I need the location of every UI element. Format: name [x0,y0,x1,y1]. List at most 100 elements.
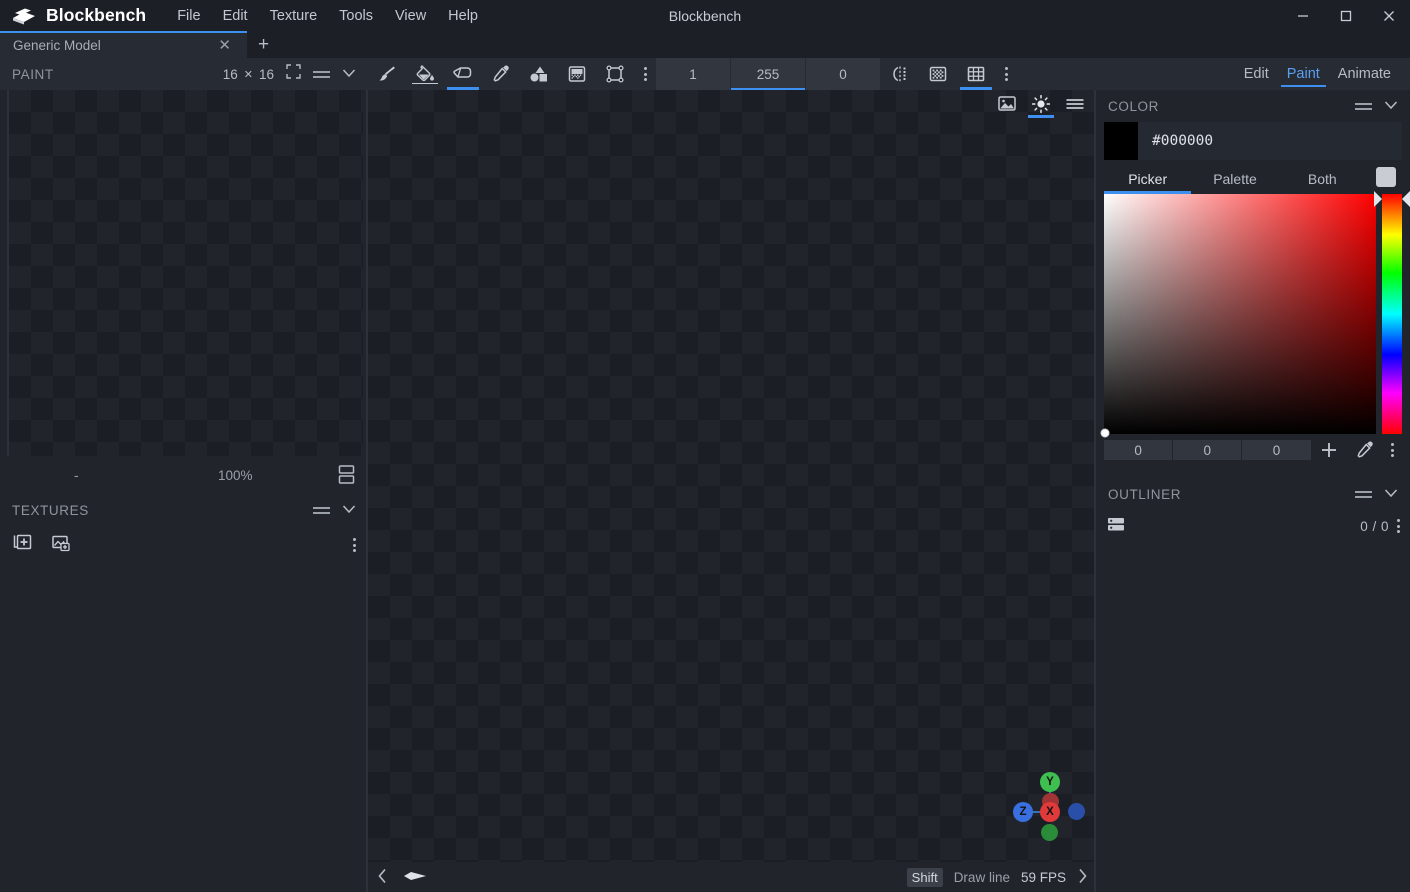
minimize-icon[interactable] [1281,0,1324,31]
outliner-more-options-icon[interactable] [1397,519,1400,533]
add-texture-icon[interactable] [12,532,34,559]
collapse-chevron-icon[interactable] [1384,485,1398,503]
gizmo-axis-z-negative[interactable] [1068,803,1085,820]
mirror-painting-toggle[interactable] [881,58,919,90]
brush-size-field[interactable]: 1 [656,58,730,90]
color-hex-input[interactable] [1138,122,1402,160]
outliner-panel-header: OUTLINER [1096,478,1410,510]
hamburger-icon[interactable] [1058,90,1092,118]
tab-both[interactable]: Both [1279,171,1366,194]
add-swatch-icon[interactable] [1312,440,1347,460]
chevron-right-icon[interactable] [1077,868,1088,887]
chevron-left-icon[interactable] [377,868,388,887]
outliner-action-bar: 0 / 0 [1096,510,1410,542]
brush-tool[interactable] [368,58,406,90]
gizmo-axis-x[interactable]: X [1040,802,1060,822]
resolution-separator: ✕ [243,68,253,81]
mode-switcher: Edit Paint Animate [1235,58,1400,90]
brush-softness-field[interactable]: 0 [806,58,880,90]
textures-panel-header: TEXTURES [0,494,368,526]
outliner-list[interactable] [1096,542,1410,842]
brush-cursor-icon [402,870,428,885]
collapse-chevron-icon[interactable] [342,65,356,83]
background-image-icon[interactable] [990,90,1024,118]
hue-slider[interactable] [1374,191,1410,434]
mode-edit[interactable]: Edit [1238,61,1275,87]
paint-tools: 1 255 0 [368,58,1017,90]
collapse-chevron-icon[interactable] [1384,97,1398,115]
sv-selector-handle[interactable] [1100,428,1110,438]
red-channel-value: 0 [1134,442,1142,458]
gizmo-axis-y-negative[interactable] [1041,824,1058,841]
outliner-list-icon[interactable] [1106,515,1128,538]
drag-handle-icon[interactable] [313,506,330,514]
close-icon[interactable] [1367,0,1410,31]
axis-gizmo[interactable]: Y X Z [1002,766,1090,844]
collapse-chevron-icon[interactable] [342,501,356,519]
gradient-tool[interactable] [558,58,596,90]
texture-paint-canvas[interactable] [7,90,363,456]
texture-width: 16 [222,66,238,82]
fill-tool[interactable] [406,58,444,90]
menu-tools[interactable]: Tools [328,4,384,28]
drag-handle-icon[interactable] [313,70,330,78]
split-view-icon[interactable] [337,464,356,488]
sun-icon[interactable] [1024,90,1058,118]
gizmo-axis-y[interactable]: Y [1040,772,1060,792]
pick-screen-color-icon[interactable] [1348,440,1383,460]
tab-picker[interactable]: Picker [1104,171,1192,194]
quick-color-swatch[interactable] [1375,167,1396,187]
project-tab-generic-model[interactable]: Generic Model ✕ [0,31,247,58]
fullscreen-icon[interactable] [286,64,301,84]
painting-grid-toggle[interactable] [957,58,995,90]
brush-size-value: 1 [689,66,697,82]
texture-name-label: - [74,467,79,483]
blockbench-window: Blockbench File Edit Texture Tools View … [0,0,1410,892]
color-more-options-icon[interactable] [1384,440,1402,460]
red-channel-field[interactable]: 0 [1104,440,1173,460]
add-project-tab-button[interactable]: + [247,31,280,58]
gizmo-axis-z[interactable]: Z [1013,802,1033,822]
app-brand: Blockbench [0,5,146,26]
viewport-status-bar: Shift Draw line 59 FPS [368,862,1096,892]
right-panel: COLOR Picker Palette Both [1096,90,1410,892]
paint-panel-header-controls: 16 ✕ 16 [223,64,356,84]
brush-opacity-field[interactable]: 255 [731,58,805,90]
menu-bar: File Edit Texture Tools View Help [166,4,489,28]
right-panel-divider [1094,90,1096,892]
blockbench-logo-icon [11,7,37,25]
3d-viewport[interactable]: Y X Z [368,90,1096,862]
textures-more-options-icon[interactable] [353,538,356,552]
more-options-icon[interactable] [995,58,1017,90]
eraser-tool[interactable] [444,58,482,90]
maximize-icon[interactable] [1324,0,1367,31]
menu-texture[interactable]: Texture [259,4,329,28]
mode-paint[interactable]: Paint [1280,61,1326,87]
drag-handle-icon[interactable] [1355,490,1372,498]
title-bar: Blockbench File Edit Texture Tools View … [0,0,1410,31]
mode-animate[interactable]: Animate [1332,61,1397,87]
outliner-selection-count: 0 / 0 [1360,518,1389,534]
pixel-grid-toggle[interactable] [919,58,957,90]
blue-channel-value: 0 [1272,442,1281,458]
drag-handle-icon[interactable] [1355,102,1372,110]
more-tools-icon[interactable] [634,58,656,90]
green-channel-field[interactable]: 0 [1173,440,1242,460]
tab-palette[interactable]: Palette [1191,171,1278,194]
textures-list[interactable] [0,562,368,892]
current-color-swatch[interactable] [1104,122,1138,160]
color-picker-tool[interactable] [482,58,520,90]
copy-paste-tool[interactable] [596,58,634,90]
menu-view[interactable]: View [384,4,437,28]
create-texture-icon[interactable] [50,532,72,559]
draw-shape-tool[interactable] [520,58,558,90]
close-icon[interactable]: ✕ [214,36,235,55]
menu-help[interactable]: Help [437,4,489,28]
gizmo-axis-y-label: Y [1046,776,1054,788]
textures-header-controls [313,501,356,519]
saturation-value-field[interactable] [1100,194,1376,438]
menu-edit[interactable]: Edit [212,4,259,28]
menu-file[interactable]: File [166,4,211,28]
blue-channel-field[interactable]: 0 [1242,440,1311,460]
textures-action-bar [0,528,368,562]
